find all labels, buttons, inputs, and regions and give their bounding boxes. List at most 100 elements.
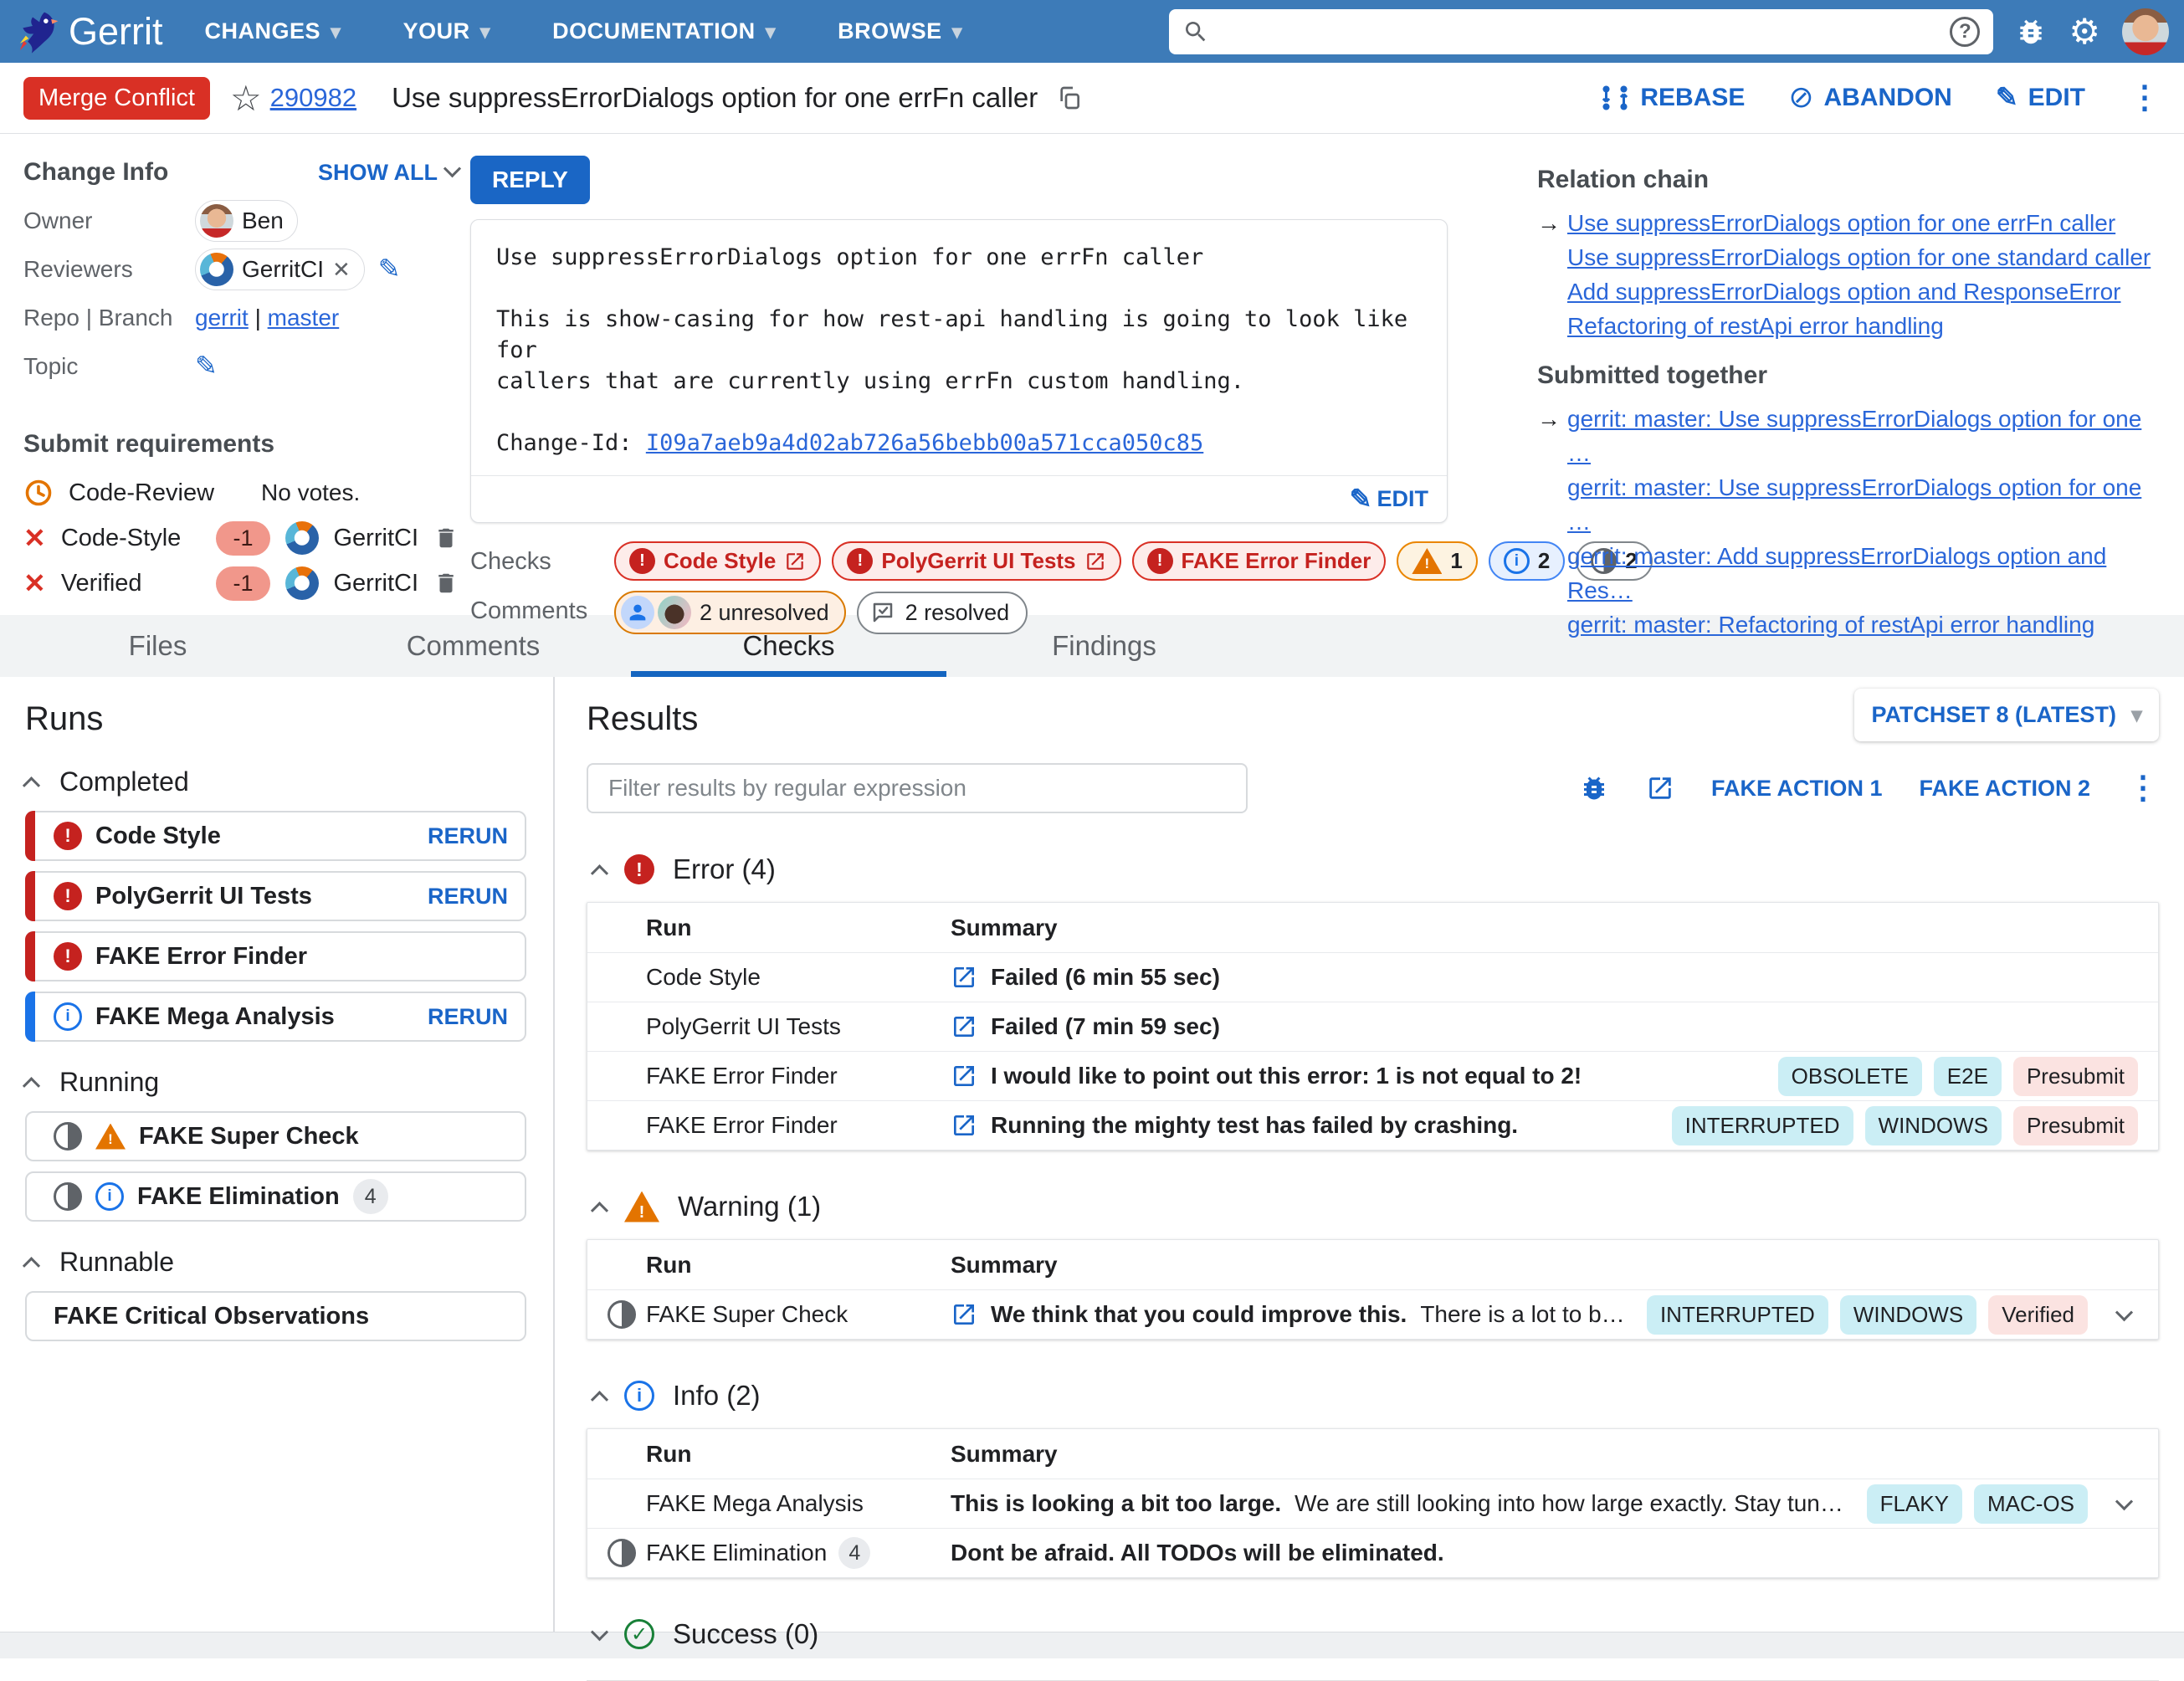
filter-input[interactable] [587,763,1248,813]
result-row[interactable]: Code Style Failed (6 min 55 sec) [587,952,2158,1002]
table-header-row: Run Summary [587,1429,2158,1479]
edit-topic-icon[interactable] [195,352,218,381]
abandon-button[interactable]: ABANDON [1788,82,1952,114]
edit-reviewers-icon[interactable] [378,255,401,284]
remove-reviewer-icon[interactable] [332,257,351,283]
commit-body-line: This is show-casing for how rest-api han… [496,306,1408,363]
user-avatar[interactable] [2122,8,2169,55]
result-row[interactable]: FAKE Elimination 4 Dont be afraid. All TO… [587,1528,2158,1577]
show-all-label: SHOW ALL [318,159,438,185]
reviewer-chip[interactable]: GerritCI [195,249,365,290]
submitted-link[interactable]: gerrit: master: Use suppressErrorDialogs… [1567,470,2164,539]
requirement-name: Code-Review [69,479,215,506]
rerun-button[interactable]: RERUN [428,823,508,849]
rebase-button[interactable]: REBASE [1600,83,1745,113]
external-link-icon[interactable] [951,1013,977,1040]
brand-title[interactable]: Gerrit [69,10,163,54]
delete-vote-icon[interactable] [433,571,459,596]
tag: INTERRUPTED [1671,1105,1853,1145]
run-item-fake-critical-observations[interactable]: FAKE Critical Observations [25,1291,526,1341]
running-section-header[interactable]: Running [22,1067,553,1098]
check-chip-polygerrit[interactable]: PolyGerrit UI Tests [832,541,1121,581]
help-icon[interactable] [1950,16,1981,47]
delete-vote-icon[interactable] [433,525,459,551]
menu-documentation[interactable]: DOCUMENTATION [552,18,776,44]
tab-checks[interactable]: Checks [631,615,946,677]
patchset-dropdown[interactable]: PATCHSET 8 (LATEST) [1854,689,2159,741]
tab-files[interactable]: Files [0,615,315,677]
external-link-icon[interactable] [951,964,977,991]
check-chip-error-finder[interactable]: FAKE Error Finder [1131,541,1387,581]
completed-section-header[interactable]: Completed [22,766,553,797]
result-row[interactable]: FAKE Mega Analysis This is looking a bit… [587,1479,2158,1528]
run-item-fake-error-finder[interactable]: FAKE Error Finder [25,931,526,981]
result-summary: Failed (7 min 59 sec) [991,1013,1220,1039]
owner-chip[interactable]: Ben [195,200,298,242]
external-link-icon[interactable] [951,1112,977,1139]
copy-icon[interactable] [1056,85,1083,111]
warning-count-chip[interactable]: 1 [1397,541,1478,581]
reply-button[interactable]: REPLY [470,156,590,204]
gerrit-logo-icon[interactable] [15,8,62,55]
result-row[interactable]: FAKE Super Check We think that you could… [587,1289,2158,1339]
runnable-label: Runnable [59,1247,174,1277]
warning-section-header[interactable]: Warning (1) [587,1191,2159,1222]
change-title: Use suppressErrorDialogs option for one … [392,82,1038,113]
gear-icon[interactable] [2069,14,2100,49]
menu-changes[interactable]: CHANGES [205,18,341,44]
info-section-label: Info (2) [673,1380,761,1411]
runnable-section-header[interactable]: Runnable [22,1247,553,1278]
run-item-fake-mega-analysis[interactable]: FAKE Mega Analysis RERUN [25,992,526,1042]
submitted-link[interactable]: gerrit: master: Refactoring of restApi e… [1567,607,2094,642]
rerun-button[interactable]: RERUN [428,884,508,910]
fake-action-2-button[interactable]: FAKE ACTION 2 [1919,776,2090,802]
fake-action-1-button[interactable]: FAKE ACTION 1 [1711,776,1883,802]
bug-report-icon[interactable] [1579,773,1609,803]
run-item-fake-elimination[interactable]: FAKE Elimination 4 [25,1171,526,1222]
external-link-icon[interactable] [1646,774,1674,802]
owner-avatar [200,204,233,238]
menu-browse[interactable]: BROWSE [838,18,962,44]
change-id-link[interactable]: I09a7aeb9a4d02ab726a56bebb00a571cca050c8… [646,430,1203,456]
tab-findings[interactable]: Findings [946,615,1262,677]
submitted-link[interactable]: gerrit: master: Use suppressErrorDialogs… [1567,402,2164,470]
tab-comments[interactable]: Comments [315,615,631,677]
run-item-fake-super-check[interactable]: FAKE Super Check [25,1111,526,1161]
result-row[interactable]: FAKE Error Finder Running the mighty tes… [587,1100,2158,1150]
submit-requirements-heading: Submit requirements [23,430,275,458]
run-item-polygerrit-ui-tests[interactable]: PolyGerrit UI Tests RERUN [25,871,526,921]
check-chip-code-style[interactable]: Code Style [614,541,822,581]
relation-link[interactable]: Refactoring of restApi error handling [1567,309,1944,343]
more-options-icon[interactable] [2127,772,2159,804]
edit-commit-button[interactable]: EDIT [1350,485,1428,514]
expand-row-icon[interactable] [2110,1303,2138,1321]
success-section-header[interactable]: Success (0) [587,1618,2159,1650]
expand-row-icon[interactable] [2110,1492,2138,1510]
error-section-header[interactable]: Error (4) [587,853,2159,885]
result-row[interactable]: PolyGerrit UI Tests Failed (7 min 59 sec… [587,1002,2158,1051]
show-all-button[interactable]: SHOW ALL [318,159,462,186]
edit-button[interactable]: EDIT [1996,84,2085,113]
more-options-icon[interactable] [2129,82,2161,115]
menu-your[interactable]: YOUR [403,18,491,44]
search-input[interactable] [1221,17,1939,46]
rerun-button[interactable]: RERUN [428,1004,508,1030]
run-name: Code Style [95,822,221,849]
external-link-icon[interactable] [951,1301,977,1328]
code-style-requirement: Code-Style -1 GerritCI [23,515,459,561]
result-row[interactable]: FAKE Error Finder I would like to point … [587,1051,2158,1100]
star-icon[interactable] [230,78,262,119]
rebase-icon [1602,85,1628,110]
relation-link[interactable]: Add suppressErrorDialogs option and Resp… [1567,274,2120,309]
info-section-header[interactable]: Info (2) [587,1380,2159,1412]
submitted-link[interactable]: gerrit: master: Add suppressErrorDialogs… [1567,539,2164,607]
bug-report-icon[interactable] [2015,16,2047,48]
run-item-code-style[interactable]: Code Style RERUN [25,811,526,861]
change-info-column: Change Info SHOW ALL Owner Ben Reviewers… [23,149,462,615]
repo-link[interactable]: gerrit [195,305,249,331]
relation-link[interactable]: Use suppressErrorDialogs option for one … [1567,206,2115,240]
change-number-link[interactable]: 290982 [270,83,356,113]
external-link-icon[interactable] [951,1063,977,1089]
relation-link[interactable]: Use suppressErrorDialogs option for one … [1567,240,2151,274]
branch-link[interactable]: master [268,305,340,331]
